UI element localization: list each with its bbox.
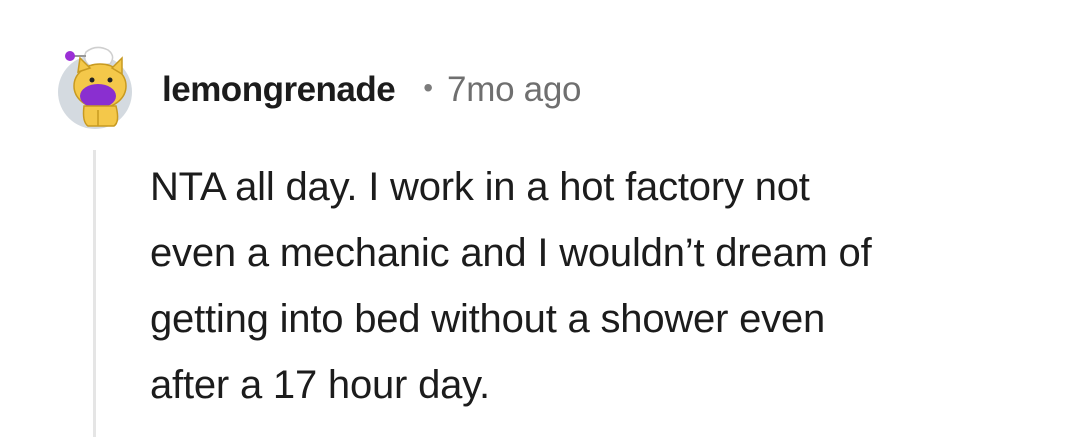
separator-dot: • — [423, 72, 434, 103]
username-link[interactable]: lemongrenade — [162, 70, 396, 110]
comment-body: NTA all day. I work in a hot factory not… — [150, 154, 1050, 418]
comment-body-line: getting into bed without a shower even — [150, 297, 826, 341]
thread-collapse-line[interactable] — [93, 150, 96, 437]
comment-body-line: even a mechanic and I wouldn’t dream of — [150, 231, 872, 275]
comment: lemongrenade • 7mo ago NTA all day. I wo… — [0, 0, 1079, 437]
comment-body-line: NTA all day. I work in a hot factory not — [150, 165, 810, 209]
comment-header: lemongrenade • 7mo ago — [162, 68, 581, 112]
comment-body-line: after a 17 hour day. — [150, 363, 490, 407]
timestamp[interactable]: 7mo ago — [447, 70, 581, 110]
user-avatar-icon[interactable] — [56, 44, 134, 130]
